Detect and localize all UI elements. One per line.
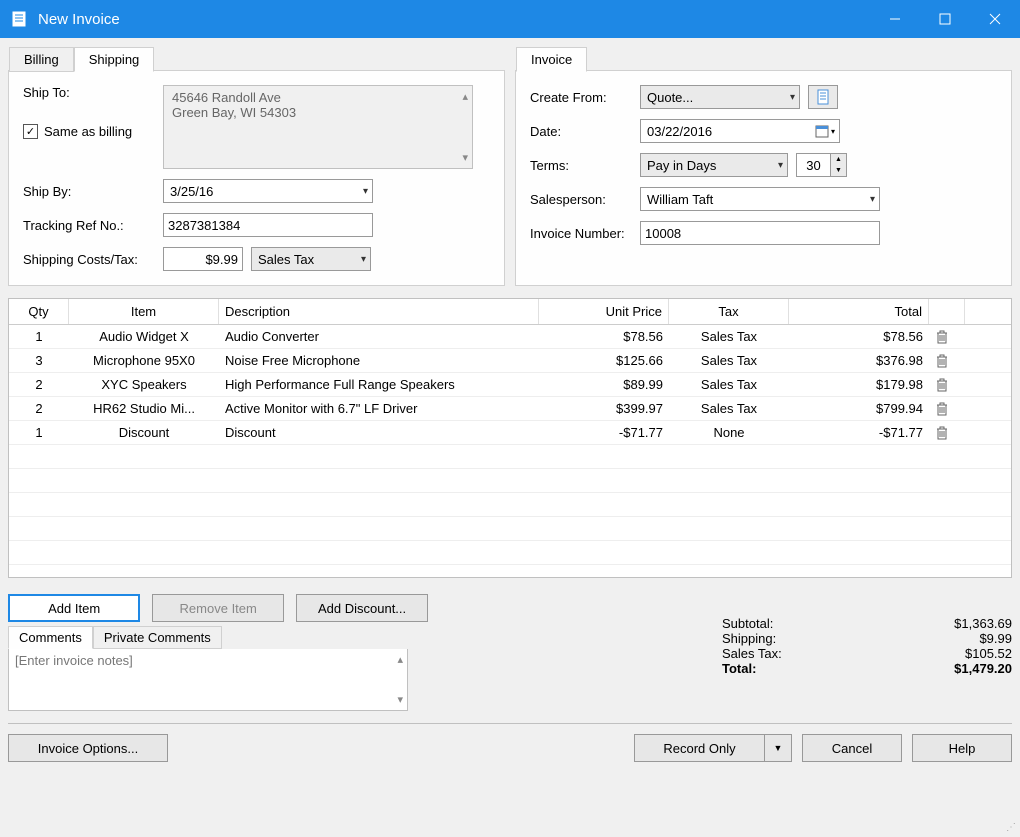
- scroll-up-icon[interactable]: ▴: [462, 90, 468, 103]
- window-titlebar: New Invoice: [0, 0, 1020, 38]
- table-row[interactable]: 2XYC SpeakersHigh Performance Full Range…: [9, 373, 1011, 397]
- chevron-down-icon: ▾: [363, 186, 368, 197]
- spinner-down-icon[interactable]: ▼: [831, 165, 846, 176]
- tab-comments[interactable]: Comments: [8, 626, 93, 649]
- ship-by-label: Ship By:: [23, 184, 163, 199]
- chevron-down-icon: ▾: [361, 254, 366, 265]
- delete-row-icon[interactable]: [935, 401, 949, 417]
- col-description[interactable]: Description: [219, 299, 539, 324]
- table-row[interactable]: 1DiscountDiscount-$71.77None-$71.77: [9, 421, 1011, 445]
- terms-label: Terms:: [530, 158, 640, 173]
- create-from-combo[interactable]: Quote... ▾: [640, 85, 800, 109]
- table-row: [9, 541, 1011, 565]
- same-as-billing-checkbox[interactable]: ✓: [23, 124, 38, 139]
- record-only-button[interactable]: Record Only: [634, 734, 764, 762]
- table-row: [9, 445, 1011, 469]
- invoice-number-input[interactable]: [640, 221, 880, 245]
- delete-row-icon[interactable]: [935, 425, 949, 441]
- tracking-input[interactable]: [163, 213, 373, 237]
- col-qty[interactable]: Qty: [9, 299, 69, 324]
- minimize-button[interactable]: [870, 0, 920, 38]
- salestax-value: $105.52: [965, 646, 1012, 661]
- tab-billing[interactable]: Billing: [9, 47, 74, 72]
- table-row[interactable]: 1Audio Widget XAudio Converter$78.56Sale…: [9, 325, 1011, 349]
- same-as-billing-label: Same as billing: [44, 124, 132, 139]
- scroll-up-icon[interactable]: ▴: [397, 653, 403, 666]
- shipping-cost-label: Shipping Costs/Tax:: [23, 252, 163, 267]
- comments-textarea[interactable]: [Enter invoice notes] ▴ ▾: [8, 649, 408, 711]
- salesperson-combo[interactable]: William Taft ▾: [640, 187, 880, 211]
- help-button[interactable]: Help: [912, 734, 1012, 762]
- ship-to-textarea[interactable]: 45646 Randoll Ave Green Bay, WI 54303 ▴ …: [163, 85, 473, 169]
- create-from-label: Create From:: [530, 90, 640, 105]
- scroll-down-icon[interactable]: ▾: [462, 151, 468, 164]
- invoice-tab-panel: Invoice Create From: Quote... ▾ Date: 03…: [515, 70, 1012, 286]
- shipping-tax-combo[interactable]: Sales Tax ▾: [251, 247, 371, 271]
- salestax-label: Sales Tax:: [722, 646, 782, 661]
- col-item[interactable]: Item: [69, 299, 219, 324]
- app-icon: [10, 10, 28, 28]
- chevron-down-icon: ▾: [778, 160, 783, 171]
- subtotal-label: Subtotal:: [722, 616, 773, 631]
- col-total[interactable]: Total: [789, 299, 929, 324]
- cancel-button[interactable]: Cancel: [802, 734, 902, 762]
- total-label: Total:: [722, 661, 756, 676]
- salesperson-label: Salesperson:: [530, 192, 640, 207]
- resize-grip-icon[interactable]: ⋰: [1006, 822, 1016, 833]
- totals-summary: Subtotal: $1,363.69 Shipping: $9.99 Sales …: [722, 584, 1012, 711]
- date-label: Date:: [530, 124, 640, 139]
- table-row[interactable]: 2HR62 Studio Mi...Active Monitor with 6.…: [9, 397, 1011, 421]
- scroll-down-icon[interactable]: ▾: [397, 693, 403, 706]
- ship-to-label: Ship To:: [23, 85, 163, 100]
- table-row: [9, 493, 1011, 517]
- subtotal-value: $1,363.69: [954, 616, 1012, 631]
- col-tax[interactable]: Tax: [669, 299, 789, 324]
- tab-shipping[interactable]: Shipping: [74, 47, 155, 72]
- calendar-icon: ▾: [815, 124, 835, 138]
- table-row[interactable]: 3Microphone 95X0Noise Free Microphone$12…: [9, 349, 1011, 373]
- invoice-number-label: Invoice Number:: [530, 226, 640, 241]
- total-value: $1,479.20: [954, 661, 1012, 676]
- maximize-button[interactable]: [920, 0, 970, 38]
- chevron-down-icon: ▾: [790, 92, 795, 103]
- spinner-up-icon[interactable]: ▲: [831, 154, 846, 165]
- record-only-split-button[interactable]: Record Only ▼: [634, 734, 792, 762]
- invoice-options-button[interactable]: Invoice Options...: [8, 734, 168, 762]
- tab-private-comments[interactable]: Private Comments: [93, 626, 222, 649]
- terms-days-input[interactable]: [796, 153, 830, 177]
- delete-row-icon[interactable]: [935, 377, 949, 393]
- add-item-button[interactable]: Add Item: [8, 594, 140, 622]
- chevron-down-icon: ▼: [774, 743, 783, 753]
- tab-invoice[interactable]: Invoice: [516, 47, 587, 72]
- add-discount-button[interactable]: Add Discount...: [296, 594, 428, 622]
- record-only-dropdown[interactable]: ▼: [764, 734, 792, 762]
- remove-item-button[interactable]: Remove Item: [152, 594, 284, 622]
- terms-days-spinner[interactable]: ▲ ▼: [830, 153, 847, 177]
- shipping-tab-panel: Billing Shipping Ship To: ✓ Same as bill…: [8, 70, 505, 286]
- shipping-label: Shipping:: [722, 631, 776, 646]
- ship-by-combo[interactable]: 3/25/16 ▾: [163, 179, 373, 203]
- create-from-document-button[interactable]: [808, 85, 838, 109]
- table-row: [9, 517, 1011, 541]
- delete-row-icon[interactable]: [935, 353, 949, 369]
- terms-combo[interactable]: Pay in Days ▾: [640, 153, 788, 177]
- shipping-cost-input[interactable]: [163, 247, 243, 271]
- delete-row-icon[interactable]: [935, 329, 949, 345]
- date-picker[interactable]: 03/22/2016 ▾: [640, 119, 840, 143]
- window-title: New Invoice: [38, 11, 120, 28]
- close-button[interactable]: [970, 0, 1020, 38]
- col-unit-price[interactable]: Unit Price: [539, 299, 669, 324]
- chevron-down-icon: ▾: [870, 194, 875, 205]
- line-items-table: Qty Item Description Unit Price Tax Tota…: [8, 298, 1012, 578]
- shipping-value: $9.99: [979, 631, 1012, 646]
- table-row: [9, 469, 1011, 493]
- tracking-label: Tracking Ref No.:: [23, 218, 163, 233]
